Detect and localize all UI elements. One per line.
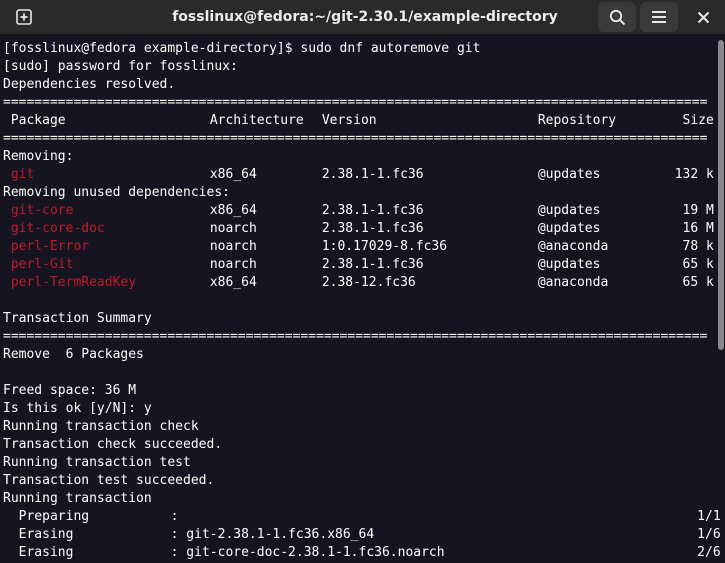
package-version: 2.38-12.fc36 — [321, 275, 416, 290]
terminal-window: fosslinux@fedora:~/git-2.30.1/example-di… — [0, 0, 725, 563]
log-line: Running transaction test — [3, 455, 191, 470]
window-title: fosslinux@fedora:~/git-2.30.1/example-di… — [172, 9, 558, 25]
package-size: 78 k — [682, 239, 714, 254]
unused-deps-label: Removing unused dependencies: — [3, 185, 230, 200]
package-repo: @anaconda — [537, 239, 609, 254]
package-size: 65 k — [682, 257, 714, 272]
package-arch: x86_64 — [209, 203, 257, 218]
menu-button[interactable] — [640, 2, 678, 32]
terminal-output[interactable]: [fosslinux@fedora example-directory]$ su… — [3, 40, 721, 563]
progress-row: Preparing: 1/1 — [3, 508, 721, 526]
progress-target: : git-2.38.1-1.fc36.x86_64 — [170, 527, 375, 542]
header-package: Package — [10, 113, 66, 128]
new-tab-button[interactable] — [3, 2, 45, 32]
header-repository: Repository — [537, 113, 617, 128]
title-bar: fosslinux@fedora:~/git-2.30.1/example-di… — [0, 0, 725, 35]
package-repo: @updates — [537, 257, 601, 272]
progress-action: Preparing — [18, 509, 90, 524]
progress-row: Erasing : git-2.38.1-1.fc36.x86_64 1/6 — [3, 526, 721, 544]
progress-action: Erasing — [18, 545, 74, 560]
package-size: 19 M — [682, 203, 714, 218]
progress-row: Erasing : git-core-doc-2.38.1-1.fc36.noar… — [3, 544, 721, 562]
table-row: perl-Git noarch 2.38.1-1.fc36 @updates 65 k — [3, 256, 715, 274]
hamburger-menu-icon — [652, 11, 666, 23]
freed-space-line: Freed space: 36 M — [3, 383, 137, 398]
log-line: Running transaction check — [3, 419, 199, 434]
package-name: git — [10, 167, 35, 182]
separator-line: ========================================… — [3, 95, 708, 110]
search-button[interactable] — [598, 2, 636, 32]
table-header: Package Architecture Version Repository Size — [3, 112, 715, 130]
transaction-summary-title: Transaction Summary — [3, 311, 152, 326]
package-name: git-core — [10, 203, 74, 218]
dependencies-resolved-line: Dependencies resolved. — [3, 77, 176, 92]
remove-count-line: Remove 6 Packages — [3, 347, 144, 362]
table-row: perl-Error noarch 1:0.17029-8.fc36 @anacond… — [3, 238, 715, 256]
table-row: perl-TermReadKey x86_64 2.38-12.fc36 @anaco… — [3, 274, 715, 292]
progress-count: 1/6 — [697, 527, 721, 542]
package-arch: noarch — [209, 257, 257, 272]
new-tab-icon — [16, 9, 32, 25]
progress-target: : git-core-doc-2.38.1-1.fc36.noarch — [170, 545, 445, 560]
search-icon — [609, 9, 625, 25]
close-icon — [697, 11, 709, 23]
sudo-password-line: [sudo] password for fosslinux: — [3, 59, 238, 74]
close-button[interactable] — [684, 2, 722, 32]
package-name: perl-TermReadKey — [10, 275, 137, 290]
log-line: Transaction test succeeded. — [3, 473, 215, 488]
package-arch: noarch — [209, 239, 257, 254]
progress-count: 1/1 — [697, 509, 721, 524]
table-row: git-core-doc noarch 2.38.1-1.fc36 @updates 1… — [3, 220, 715, 238]
command-prompt-line: [fosslinux@fedora example-directory]$ su… — [3, 41, 481, 56]
progress-target: : — [170, 509, 179, 524]
package-name: git-core-doc — [10, 221, 105, 236]
removing-label: Removing: — [3, 149, 74, 164]
package-arch: noarch — [209, 221, 257, 236]
package-arch: x86_64 — [209, 275, 257, 290]
package-version: 1:0.17029-8.fc36 — [321, 239, 448, 254]
log-line: Transaction check succeeded. — [3, 437, 223, 452]
header-size: Size — [682, 113, 714, 128]
package-repo: @updates — [537, 221, 601, 236]
progress-action: Erasing — [18, 527, 74, 542]
log-line: Running transaction — [3, 491, 152, 506]
package-name: perl-Error — [10, 239, 90, 254]
header-version: Version — [321, 113, 377, 128]
package-repo: @updates — [537, 167, 601, 182]
package-arch: x86_64 — [209, 167, 257, 182]
package-name: perl-Git — [10, 257, 74, 272]
package-size: 132 k — [674, 167, 714, 182]
scrollbar[interactable] — [718, 40, 724, 350]
package-version: 2.38.1-1.fc36 — [321, 257, 424, 272]
package-repo: @updates — [537, 203, 601, 218]
header-architecture: Architecture — [209, 113, 304, 128]
package-size: 65 k — [682, 275, 714, 290]
confirm-prompt-line: Is this ok [y/N]: y — [3, 401, 152, 416]
table-row: git x86_64 2.38.1-1.fc36 @updates 132 k — [3, 166, 715, 184]
separator-line: ========================================… — [3, 329, 708, 344]
package-version: 2.38.1-1.fc36 — [321, 203, 424, 218]
separator-line: ========================================… — [3, 131, 708, 146]
package-size: 16 M — [682, 221, 714, 236]
package-repo: @anaconda — [537, 275, 609, 290]
package-version: 2.38.1-1.fc36 — [321, 221, 424, 236]
package-version: 2.38.1-1.fc36 — [321, 167, 424, 182]
progress-count: 2/6 — [697, 545, 721, 560]
table-row: git-core x86_64 2.38.1-1.fc36 @updates 19 M — [3, 202, 715, 220]
